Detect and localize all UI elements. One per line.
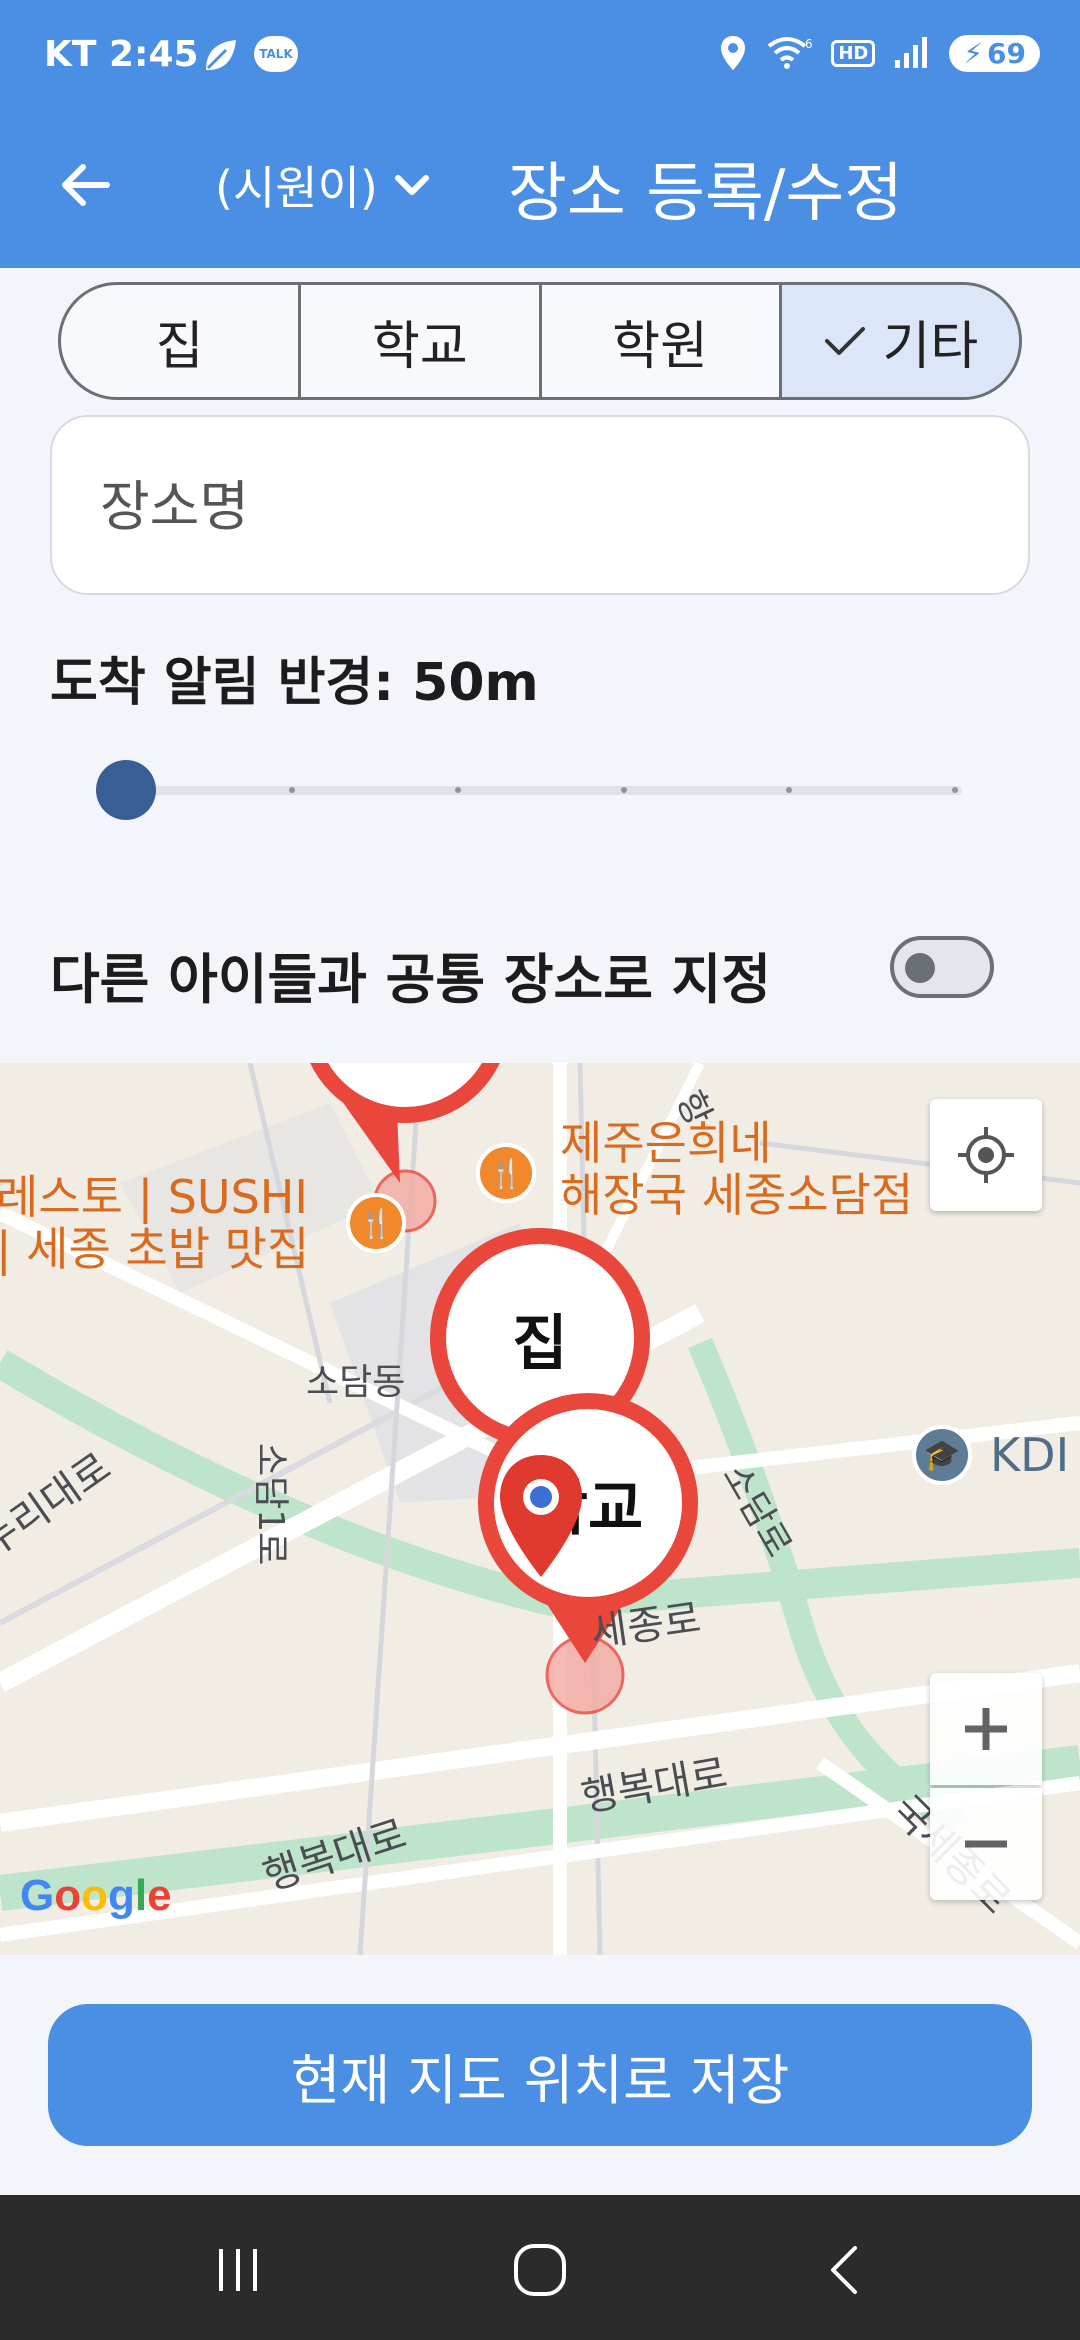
segment-other[interactable]: 기타 [781, 285, 1019, 397]
slider-thumb[interactable] [96, 760, 156, 820]
poi-label-sushi: 레스토 | SUSHI | 세종 초밥 맛집 [0, 1170, 310, 1276]
segment-home[interactable]: 집 [61, 285, 302, 397]
checkmark-icon [824, 327, 865, 355]
zoom-out-button[interactable] [930, 1788, 1042, 1900]
back-nav-button[interactable] [794, 2225, 894, 2315]
app-bar: (시원이) 장소 등록/수정 [0, 130, 1080, 250]
radius-slider[interactable] [96, 760, 962, 820]
status-bar: KT 2:45 TALK 6 HD ⚡ 69 [0, 0, 1080, 115]
slider-track [126, 786, 962, 795]
chevron-left-icon [831, 2246, 857, 2294]
status-system-icons: 6 HD ⚡ 69 [719, 34, 1040, 72]
minus-icon [965, 1840, 1007, 1848]
shared-place-label: 다른 아이들과 공통 장소로 지정 [50, 948, 772, 1011]
shared-place-toggle[interactable] [890, 936, 994, 998]
status-notification-icons: TALK [200, 36, 298, 76]
restaurant-poi-icon[interactable]: 🍴 [346, 1193, 406, 1253]
location-icon [721, 36, 746, 70]
segment-label: 학교 [372, 316, 468, 377]
charging-icon: ⚡ [963, 36, 984, 70]
poi-label-kdi: KDI [990, 1428, 1070, 1482]
graduation-cap-icon[interactable]: 🎓 [912, 1425, 972, 1485]
page-title: 장소 등록/수정 [508, 157, 904, 231]
district-label: 소담동 [306, 1362, 406, 1403]
pin-label: 집 [512, 1308, 568, 1379]
map-view[interactable]: 🍴 제주은희네 해장국 세종소담점 🍴 레스토 | SUSHI | 세종 초밥 맛집… [0, 1063, 1080, 1955]
restaurant-poi-icon[interactable]: 🍴 [476, 1143, 536, 1203]
road-label: 소담1로 [250, 1443, 291, 1566]
segment-label: 기타 [882, 316, 979, 377]
slider-tick [786, 787, 792, 793]
home-button[interactable] [490, 2225, 590, 2315]
home-icon [514, 2244, 566, 2296]
slider-tick [952, 787, 958, 793]
segment-label: 집 [155, 316, 204, 377]
top-app-bar: KT 2:45 TALK 6 HD ⚡ 69 (시원이) 장소 등록/수정 [0, 0, 1080, 268]
hd-icon: HD [831, 39, 876, 67]
google-attribution-logo: Google [20, 1871, 172, 1920]
plus-icon [965, 1708, 1007, 1750]
wifi-icon: 6 [768, 37, 813, 69]
location-marker-icon[interactable] [496, 1451, 586, 1581]
talk-icon: TALK [254, 36, 298, 72]
leaf-icon [206, 40, 236, 70]
svg-text:6: 6 [805, 37, 813, 51]
poi-label-haejangguk: 제주은희네 해장국 세종소담점 [560, 1116, 914, 1222]
child-selector[interactable]: (시원이) [215, 152, 432, 218]
chevron-down-icon [394, 175, 429, 195]
battery-indicator: ⚡ 69 [949, 34, 1040, 72]
child-name: (시원이) [215, 161, 378, 215]
crosshair-icon [958, 1127, 1014, 1183]
place-type-segmented-control: 집 학교 학원 기타 [58, 282, 1022, 400]
zoom-in-button[interactable] [930, 1673, 1042, 1785]
slider-tick [455, 787, 461, 793]
toggle-knob [905, 953, 935, 983]
recent-apps-button[interactable] [188, 2225, 288, 2315]
slider-tick [289, 787, 295, 793]
my-location-button[interactable] [930, 1099, 1042, 1211]
segment-school[interactable]: 학교 [301, 285, 542, 397]
slider-tick [621, 787, 627, 793]
radius-label: 도착 알림 반경: 50m [50, 653, 539, 713]
save-current-location-button[interactable]: 현재 지도 위치로 저장 [48, 2004, 1032, 2146]
place-name-field[interactable] [50, 415, 1030, 595]
recent-apps-icon [219, 2249, 257, 2291]
signal-icon [895, 37, 928, 68]
segment-label: 학원 [612, 316, 708, 377]
segment-academy[interactable]: 학원 [542, 285, 782, 397]
place-name-input[interactable] [100, 471, 980, 541]
back-button[interactable] [50, 150, 120, 220]
arrow-left-icon [62, 164, 110, 206]
status-carrier-time: KT 2:45 [44, 34, 199, 75]
system-navigation-bar [0, 2195, 1080, 2340]
